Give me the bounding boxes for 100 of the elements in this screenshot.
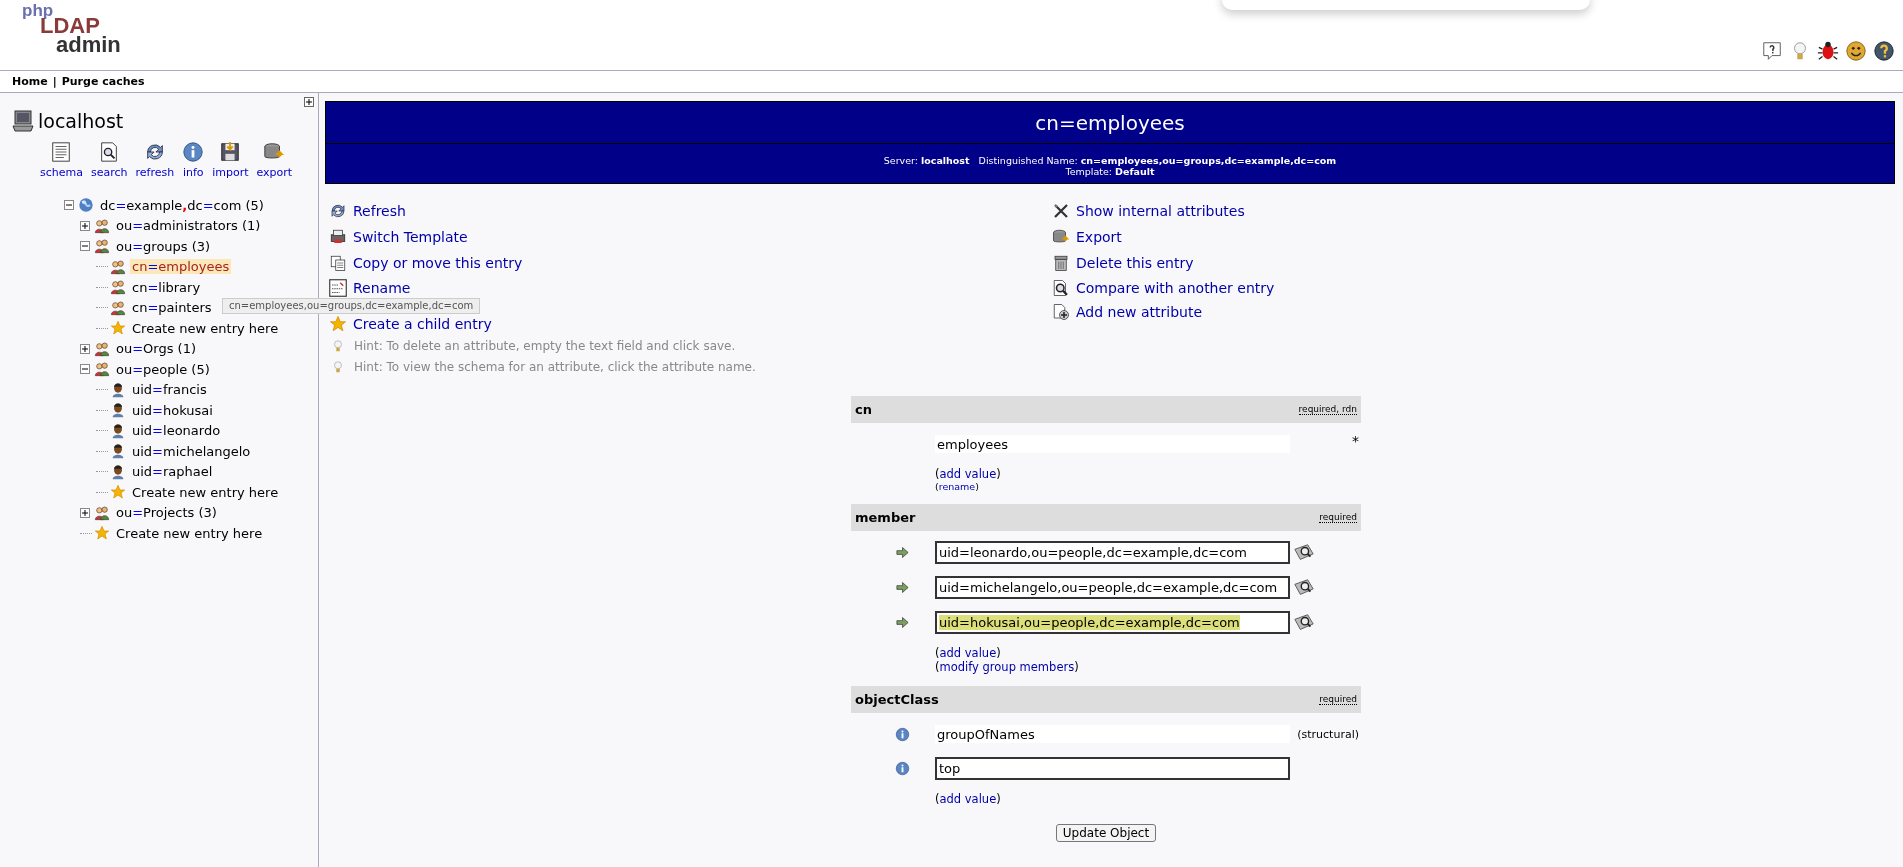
rename-icon	[329, 279, 347, 297]
bulb-icon	[331, 338, 345, 354]
tree-item[interactable]: Create new entry here	[114, 525, 265, 541]
value-link[interactable]: add value	[939, 646, 997, 660]
template-info: Template: Default	[1064, 166, 1156, 177]
smiley-icon[interactable]	[1845, 40, 1867, 62]
copy-icon	[329, 254, 347, 272]
tree-item[interactable]: ou=people (5)	[114, 361, 212, 377]
tool-link[interactable]: schema	[40, 141, 83, 179]
info-icon[interactable]	[894, 761, 910, 776]
action-link[interactable]: Add new attribute	[1076, 304, 1202, 320]
magnifier-icon	[1052, 279, 1070, 297]
tool-link[interactable]: search	[91, 141, 128, 179]
tool-link[interactable]: info	[182, 141, 205, 179]
toggle-icon[interactable]	[80, 220, 90, 231]
hint-text: Hint: To view the schema for an attribute, click the attribute name.	[354, 360, 756, 374]
document-icon	[50, 141, 73, 163]
tree-item[interactable]: cn=painters	[130, 300, 214, 316]
value-link[interactable]: modify group members	[939, 660, 1075, 674]
info-icon[interactable]	[894, 726, 910, 742]
parenthesis: (	[935, 467, 940, 481]
attribute-name[interactable]: cn	[855, 402, 872, 417]
tree-item[interactable]: uid=michelangelo	[130, 443, 253, 459]
separator: |	[52, 75, 57, 88]
person-icon	[110, 443, 126, 460]
database-icon	[1052, 228, 1070, 246]
tree-item[interactable]: ou=Orgs (1)	[114, 341, 199, 357]
group-icon	[94, 217, 110, 234]
tree-item[interactable]: Create new entry here	[130, 484, 281, 500]
value-link[interactable]: add value	[939, 792, 997, 806]
tree-item[interactable]: dc=example,dc=com (5)	[98, 197, 266, 213]
toggle-icon[interactable]	[64, 200, 74, 211]
toggle-icon[interactable]	[80, 364, 90, 375]
add-document-icon	[1052, 303, 1070, 321]
arrow-icon[interactable]	[894, 545, 910, 560]
action-link[interactable]: Switch Template	[353, 229, 468, 245]
input-field[interactable]: uid=leonardo,ou=people,dc=example,dc=com	[935, 541, 1290, 564]
tree-item[interactable]: uid=raphael	[130, 464, 215, 480]
tool-link[interactable]: import	[212, 141, 249, 179]
value-note: *	[1352, 433, 1359, 449]
action-link[interactable]: Refresh	[353, 203, 406, 219]
attribute-flags[interactable]: required	[1319, 694, 1357, 705]
help-bubble-icon[interactable]	[1761, 40, 1783, 62]
action-link[interactable]: Show internal attributes	[1076, 203, 1245, 219]
tree-item[interactable]: ou=administrators (1)	[114, 218, 263, 234]
input-field[interactable]: uid=michelangelo,ou=people,dc=example,dc=com	[935, 576, 1290, 599]
parenthesis: )	[996, 792, 1001, 806]
tree-item[interactable]: cn=library	[130, 279, 203, 295]
tree-item[interactable]: Create new entry here	[130, 320, 281, 336]
info-icon	[182, 141, 205, 163]
tooltip: cn=employees,ou=groups,dc=example,dc=com	[222, 298, 481, 314]
nav-link[interactable]: Purge caches	[61, 75, 145, 88]
floppy-icon	[219, 141, 242, 163]
tree-item[interactable]: uid=hokusai	[130, 402, 215, 418]
person-icon	[110, 463, 126, 480]
tree-item[interactable]: uid=leonardo	[130, 423, 223, 439]
server-name[interactable]: localhost	[38, 110, 124, 132]
attribute-name[interactable]: objectClass	[855, 692, 939, 707]
action-link[interactable]: Delete this entry	[1076, 255, 1194, 271]
star-icon	[329, 315, 347, 333]
parenthesis: )	[996, 467, 1001, 481]
bug-icon[interactable]	[1817, 40, 1839, 62]
group-icon	[110, 299, 126, 316]
tool-link[interactable]: refresh	[135, 141, 175, 179]
parenthesis: (	[935, 792, 940, 806]
nav-link[interactable]: Home	[12, 75, 48, 88]
input-field[interactable]: top	[935, 757, 1290, 780]
entry-info: Server: localhost Distinguished Name: cn=employees,ou=groups,dc=example,dc=com	[882, 155, 1338, 166]
value-link[interactable]: add value	[939, 467, 997, 481]
entry-title: cn=employees	[326, 102, 1894, 144]
logo[interactable]: php LDAP admin	[8, 2, 128, 64]
arrow-icon[interactable]	[894, 580, 910, 595]
attribute-flags[interactable]: required, rdn	[1298, 404, 1357, 415]
action-link[interactable]: Create a child entry	[353, 316, 492, 332]
group-icon	[94, 340, 110, 357]
expand-icon[interactable]	[304, 97, 314, 107]
toggle-icon[interactable]	[80, 241, 90, 252]
hint-text: Hint: To delete an attribute, empty the text field and click save.	[354, 339, 736, 353]
input-field[interactable]: uid=hokusai,ou=people,dc=example,dc=com	[935, 611, 1290, 634]
update-button[interactable]: Update Object	[1055, 824, 1157, 842]
action-link[interactable]: Rename	[353, 280, 411, 296]
tree-item[interactable]: uid=francis	[130, 382, 209, 398]
attribute-name[interactable]: member	[855, 510, 916, 525]
trash-icon	[1052, 254, 1070, 272]
tool-link[interactable]: export	[256, 141, 293, 179]
tree-item[interactable]: cn=employees	[130, 259, 232, 275]
action-link[interactable]: Compare with another entry	[1076, 280, 1275, 296]
action-link[interactable]: Export	[1076, 229, 1122, 245]
toggle-icon[interactable]	[80, 343, 90, 354]
help-icon[interactable]	[1873, 40, 1895, 62]
tree-item[interactable]: ou=groups (3)	[114, 238, 213, 254]
toggle-icon[interactable]	[80, 507, 90, 518]
computer-icon	[12, 109, 34, 133]
refresh-icon	[329, 202, 347, 220]
attribute-flags[interactable]: required	[1319, 512, 1357, 523]
arrow-icon[interactable]	[894, 615, 910, 630]
star-icon	[110, 320, 126, 337]
tree-item[interactable]: ou=Projects (3)	[114, 505, 219, 521]
action-link[interactable]: Copy or move this entry	[353, 255, 523, 271]
parenthesis: (	[935, 481, 939, 492]
